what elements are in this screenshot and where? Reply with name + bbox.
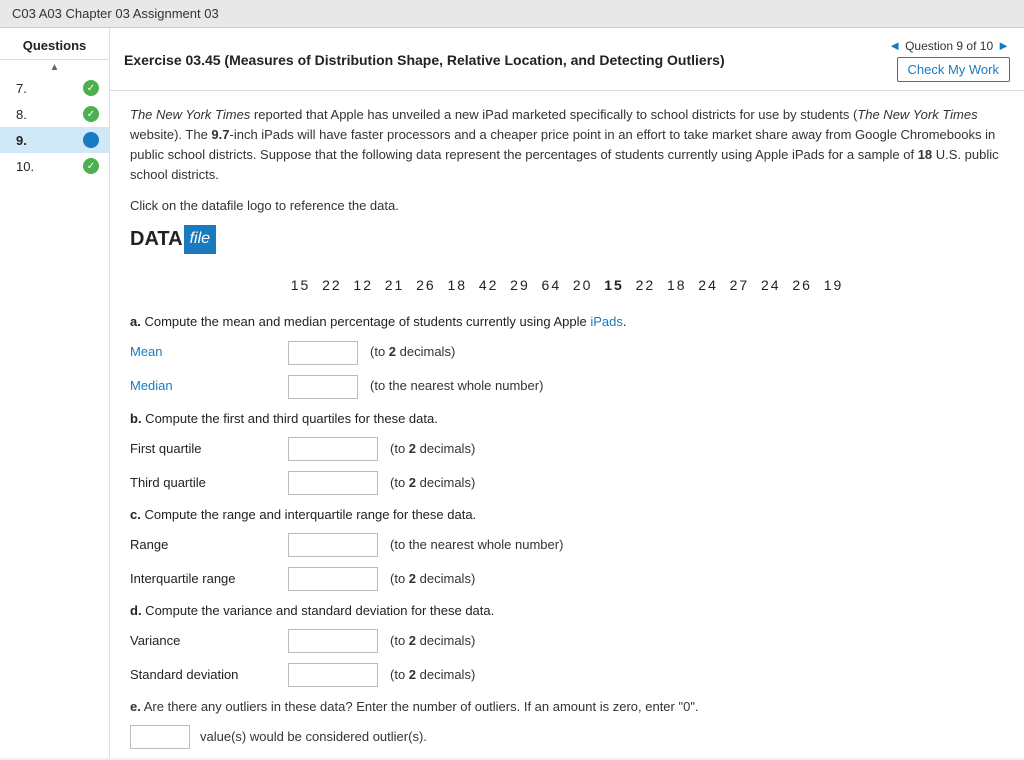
range-input[interactable] (288, 533, 378, 557)
check-icon-7: ✓ (83, 80, 99, 96)
scroll-up-arrow[interactable]: ▲ (0, 60, 109, 75)
sidebar-item-10[interactable]: 10. ✓ (0, 153, 109, 179)
check-icon-10: ✓ (83, 158, 99, 174)
mean-label: Mean (130, 342, 280, 362)
variance-hint: (to 2 decimals) (390, 631, 475, 651)
third-quartile-input[interactable] (288, 471, 378, 495)
sidebar-item-7[interactable]: 7. ✓ (0, 75, 109, 101)
first-quartile-input[interactable] (288, 437, 378, 461)
iqr-hint: (to 2 decimals) (390, 569, 475, 589)
content-area: Exercise 03.45 (Measures of Distribution… (110, 28, 1024, 758)
first-quartile-row: First quartile (to 2 decimals) (130, 437, 1004, 461)
exercise-title: Exercise 03.45 (Measures of Distribution… (124, 52, 888, 68)
std-dev-label: Standard deviation (130, 665, 280, 685)
median-hint: (to the nearest whole number) (370, 376, 543, 396)
mean-input[interactable] (288, 341, 358, 365)
part-e-label: e. Are there any outliers in these data?… (130, 697, 1004, 717)
first-quartile-hint: (to 2 decimals) (390, 439, 475, 459)
sidebar-item-8-label: 8. (16, 107, 27, 122)
check-icon-8: ✓ (83, 106, 99, 122)
sidebar-item-9-label: 9. (16, 133, 27, 148)
title-bar: C03 A03 Chapter 03 Assignment 03 (0, 0, 1024, 28)
part-d-label: d. Compute the variance and standard dev… (130, 601, 1004, 621)
median-input[interactable] (288, 375, 358, 399)
check-my-work-button[interactable]: Check My Work (897, 57, 1011, 82)
part-a-label: a. Compute the mean and median percentag… (130, 312, 1004, 332)
main-layout: Questions ▲ 7. ✓ 8. ✓ 9. 10. ✓ Exercise … (0, 28, 1024, 758)
range-label: Range (130, 535, 280, 555)
sidebar-item-10-label: 10. (16, 159, 34, 174)
next-arrow[interactable]: ► (997, 38, 1010, 53)
third-quartile-row: Third quartile (to 2 decimals) (130, 471, 1004, 495)
first-quartile-label: First quartile (130, 439, 280, 459)
variance-row: Variance (to 2 decimals) (130, 629, 1004, 653)
std-dev-input[interactable] (288, 663, 378, 687)
sidebar-item-8[interactable]: 8. ✓ (0, 101, 109, 127)
data-numbers: 15 22 12 21 26 18 42 29 64 20 15 22 18 2… (130, 275, 1004, 297)
iqr-label: Interquartile range (130, 569, 280, 589)
median-row: Median (to the nearest whole number) (130, 375, 1004, 399)
datafile-text-label: DATA (130, 224, 183, 255)
part-b-label: b. Compute the first and third quartiles… (130, 409, 1004, 429)
sidebar: Questions ▲ 7. ✓ 8. ✓ 9. 10. ✓ (0, 28, 110, 758)
range-hint: (to the nearest whole number) (390, 535, 563, 555)
mean-row: Mean (to 2 decimals) (130, 341, 1004, 365)
sidebar-item-7-label: 7. (16, 81, 27, 96)
title-bar-label: C03 A03 Chapter 03 Assignment 03 (12, 6, 219, 21)
content-body: The New York Times reported that Apple h… (110, 91, 1024, 758)
iqr-input[interactable] (288, 567, 378, 591)
variance-input[interactable] (288, 629, 378, 653)
std-dev-row: Standard deviation (to 2 decimals) (130, 663, 1004, 687)
datafile-italic-label: file (184, 225, 216, 254)
sidebar-header: Questions (0, 34, 109, 60)
question-nav-label: Question 9 of 10 (905, 39, 993, 53)
outlier-input[interactable] (130, 725, 190, 749)
iqr-row: Interquartile range (to 2 decimals) (130, 567, 1004, 591)
dot-icon-9 (83, 132, 99, 148)
intro-paragraph: The New York Times reported that Apple h… (130, 105, 1004, 186)
outlier-suffix: value(s) would be considered outlier(s). (200, 727, 427, 747)
mean-hint: (to 2 decimals) (370, 342, 455, 362)
third-quartile-label: Third quartile (130, 473, 280, 493)
data-ref-text: Click on the datafile logo to reference … (130, 196, 1004, 216)
question-nav: ◄ Question 9 of 10 ► (888, 38, 1010, 53)
content-header: Exercise 03.45 (Measures of Distribution… (110, 28, 1024, 91)
variance-label: Variance (130, 631, 280, 651)
range-row: Range (to the nearest whole number) (130, 533, 1004, 557)
outlier-row: value(s) would be considered outlier(s). (130, 725, 1004, 749)
std-dev-hint: (to 2 decimals) (390, 665, 475, 685)
part-c-label: c. Compute the range and interquartile r… (130, 505, 1004, 525)
third-quartile-hint: (to 2 decimals) (390, 473, 475, 493)
prev-arrow[interactable]: ◄ (888, 38, 901, 53)
datafile-logo[interactable]: DATA file (130, 224, 216, 255)
median-label: Median (130, 376, 280, 396)
sidebar-item-9[interactable]: 9. (0, 127, 109, 153)
nav-area: ◄ Question 9 of 10 ► Check My Work (888, 38, 1010, 82)
